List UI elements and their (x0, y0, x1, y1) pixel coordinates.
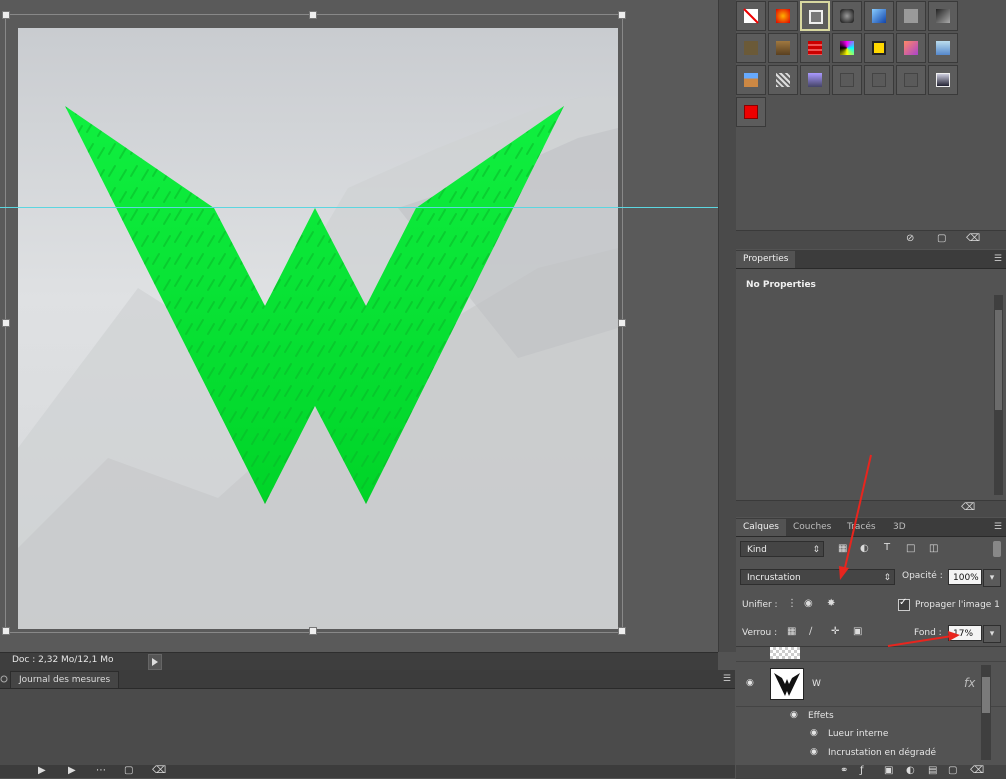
annotation-arrow-blend (843, 454, 872, 573)
annotation-overlay (839, 454, 960, 647)
arrowhead-icon (839, 566, 849, 580)
arrowhead-icon (948, 631, 960, 641)
annotation-arrow-fill (887, 635, 953, 647)
